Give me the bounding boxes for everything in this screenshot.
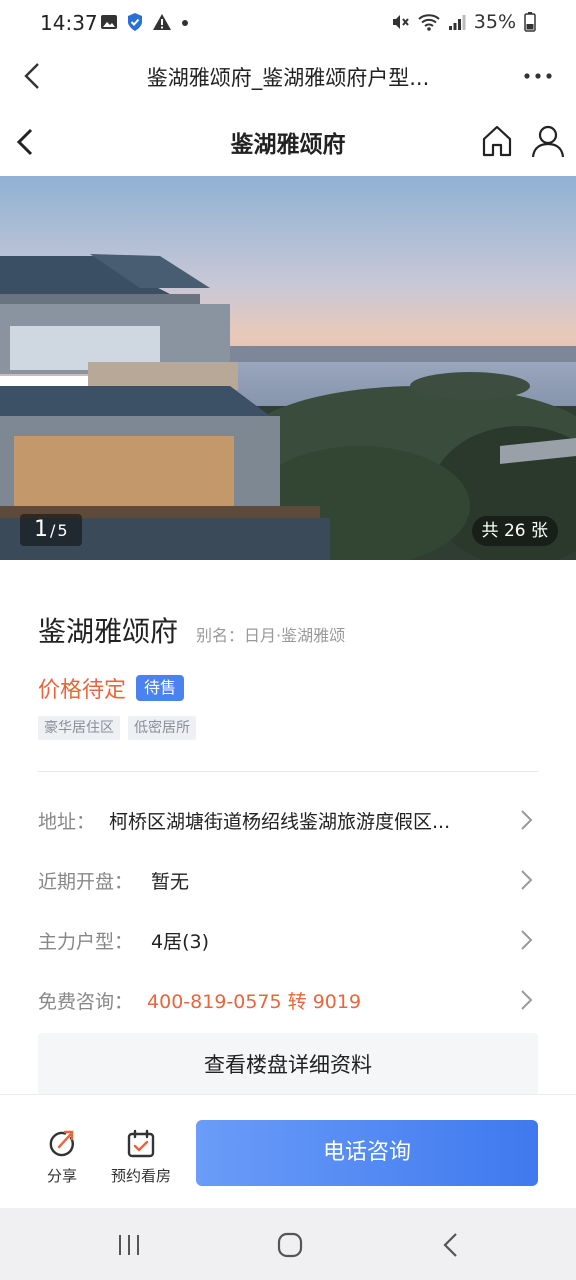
wifi-icon: [418, 14, 440, 31]
project-price: 价格待定: [38, 678, 127, 703]
address-label: 地址：: [38, 810, 96, 833]
signal-icon: [448, 15, 466, 30]
image-icon: [101, 15, 117, 29]
project-tags: 豪华居住区 低密居所: [38, 716, 196, 740]
share-icon: [49, 1130, 74, 1157]
chevron-right-icon: [521, 930, 533, 950]
layout-row[interactable]: 主力户型： 4居(3): [38, 920, 538, 960]
project-image-gallery[interactable]: 1 / 5 共 26 张: [0, 176, 576, 560]
back-icon[interactable]: [10, 124, 46, 160]
address-row[interactable]: 地址： 柯桥区湖塘街道杨绍线鉴湖旅游度假区...: [38, 800, 538, 840]
chevron-right-icon: [521, 810, 533, 830]
layout-label: 主力户型：: [38, 930, 134, 953]
image-counter: 1 / 5: [20, 514, 82, 546]
project-name-row: 鉴湖雅颂府 别名：日月·鉴湖雅颂: [38, 610, 345, 650]
bottom-action-bar: 分享 预约看房 电话咨询: [0, 1094, 576, 1208]
share-label: 分享: [46, 1167, 77, 1185]
calendar-icon: [127, 1129, 155, 1158]
share-button[interactable]: 分享: [22, 1129, 102, 1186]
back-nav-icon[interactable]: [434, 1228, 468, 1262]
consult-phone[interactable]: 400-819-0575 转 9019: [147, 987, 361, 1014]
book-visit-label: 预约看房: [110, 1167, 171, 1185]
layout-value: 4居(3): [151, 930, 210, 953]
home-nav-icon[interactable]: [273, 1228, 307, 1262]
page-title: 鉴湖雅颂府: [230, 132, 346, 158]
browser-toolbar: 鉴湖雅颂府_鉴湖雅颂府户型...: [0, 46, 576, 110]
chevron-right-icon: [521, 990, 533, 1010]
project-alias: 别名：日月·鉴湖雅颂: [196, 626, 346, 645]
warning-icon: [153, 14, 171, 30]
recent-apps-icon[interactable]: [112, 1228, 146, 1262]
chevron-right-icon: [521, 870, 533, 890]
all-images-count-badge[interactable]: 共 26 张: [471, 516, 558, 546]
consult-label: 免费咨询：: [38, 990, 134, 1013]
dot-icon: [182, 20, 188, 26]
image-current-index: 1: [34, 517, 48, 542]
status-system-icons: 35%: [390, 11, 536, 33]
project-tag: 豪华居住区: [38, 716, 120, 740]
divider: [38, 771, 538, 772]
opening-value: 暂无: [151, 870, 190, 893]
shield-icon: [128, 13, 142, 31]
address-value: 柯桥区湖塘街道杨绍线鉴湖旅游度假区...: [109, 810, 451, 833]
price-row: 价格待定 待售: [38, 672, 185, 704]
battery-percent: 35%: [473, 11, 516, 33]
book-visit-button[interactable]: 预约看房: [101, 1129, 181, 1186]
project-name: 鉴湖雅颂府: [38, 615, 179, 648]
more-options-icon[interactable]: [520, 58, 556, 94]
opening-row[interactable]: 近期开盘： 暂无: [38, 860, 538, 900]
page-header: 鉴湖雅颂府: [0, 110, 576, 176]
browser-page-title: 鉴湖雅颂府_鉴湖雅颂府户型...: [146, 66, 430, 90]
call-button[interactable]: 电话咨询: [196, 1120, 538, 1186]
status-bar: 14:37 35%: [0, 0, 576, 46]
status-time: 14:37: [40, 11, 98, 35]
image-total-in-set: 5: [57, 521, 68, 540]
sale-status-badge: 待售: [136, 675, 185, 701]
battery-icon: [524, 12, 536, 32]
project-tag: 低密居所: [128, 716, 196, 740]
home-icon[interactable]: [480, 124, 514, 158]
opening-label: 近期开盘：: [38, 870, 134, 893]
project-photo: [0, 176, 576, 560]
mute-icon: [392, 15, 409, 29]
consult-row[interactable]: 免费咨询： 400-819-0575 转 9019: [38, 980, 538, 1020]
status-notification-icons: [100, 12, 190, 32]
system-navigation-bar: [0, 1208, 576, 1280]
user-icon[interactable]: [530, 123, 566, 159]
browser-back-icon[interactable]: [16, 58, 52, 94]
view-details-button[interactable]: 查看楼盘详细资料: [38, 1033, 538, 1099]
